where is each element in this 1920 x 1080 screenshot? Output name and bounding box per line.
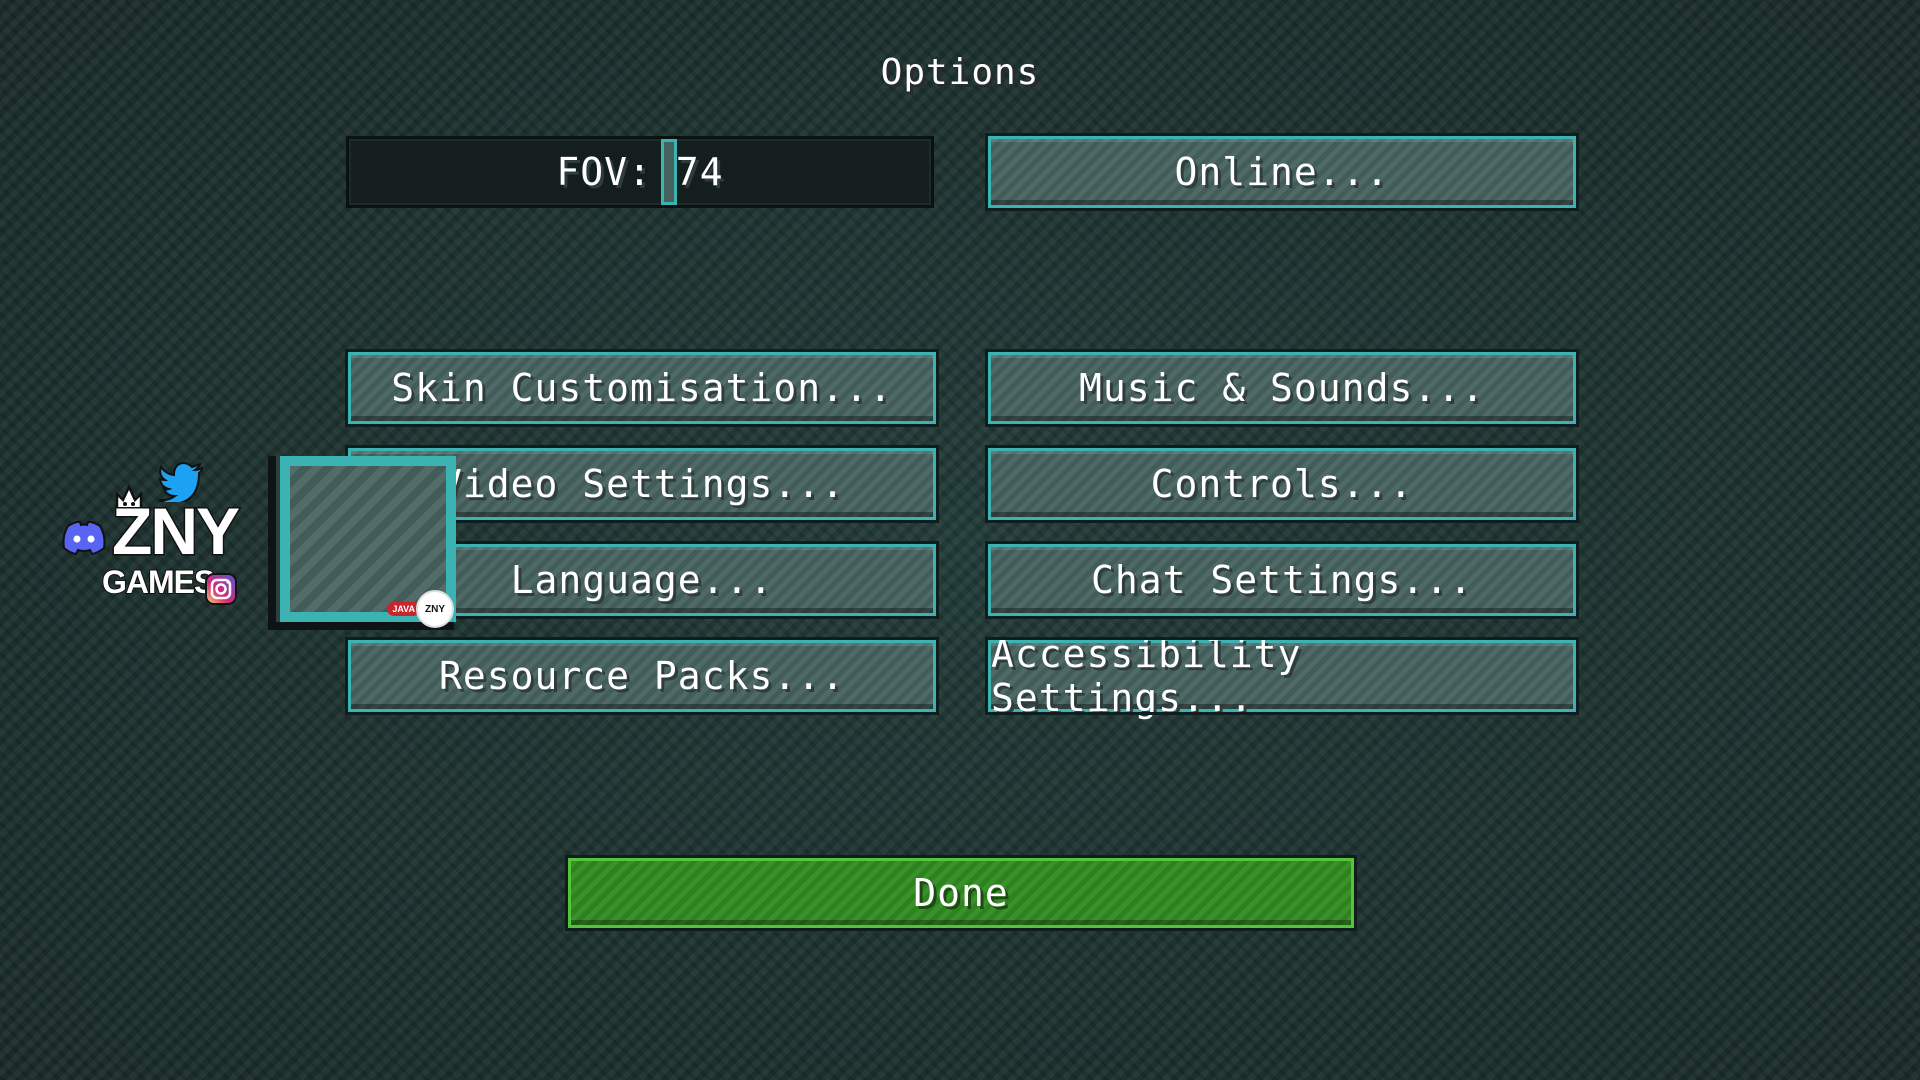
done-button[interactable]: Done [565, 855, 1357, 931]
fov-slider[interactable]: FOV: 74 [346, 136, 934, 208]
accessibility-settings-button[interactable]: Accessibility Settings... [985, 632, 1579, 720]
instagram-icon [205, 573, 237, 605]
thumbnail-badges: JAVA ZNY [387, 590, 454, 628]
zny-badge: ZNY [416, 590, 454, 628]
music-sounds-button[interactable]: Music & Sounds... [985, 349, 1579, 427]
zny-logo-text: ZNY [111, 494, 242, 568]
controls-button[interactable]: Controls... [985, 445, 1579, 523]
games-logo-text: GAMES [101, 564, 216, 600]
discord-icon [62, 520, 106, 556]
zny-games-logo: ZNY GAMES [60, 462, 260, 612]
fov-slider-label: FOV: 74 [556, 150, 724, 194]
skin-customisation-button[interactable]: Skin Customisation... [345, 349, 939, 427]
options-title: Options [880, 52, 1040, 93]
online-button[interactable]: Online... [985, 133, 1579, 211]
chat-settings-button[interactable]: Chat Settings... [985, 541, 1579, 619]
channel-thumbnail: JAVA ZNY [268, 456, 456, 630]
resource-packs-button[interactable]: Resource Packs... [345, 637, 939, 715]
